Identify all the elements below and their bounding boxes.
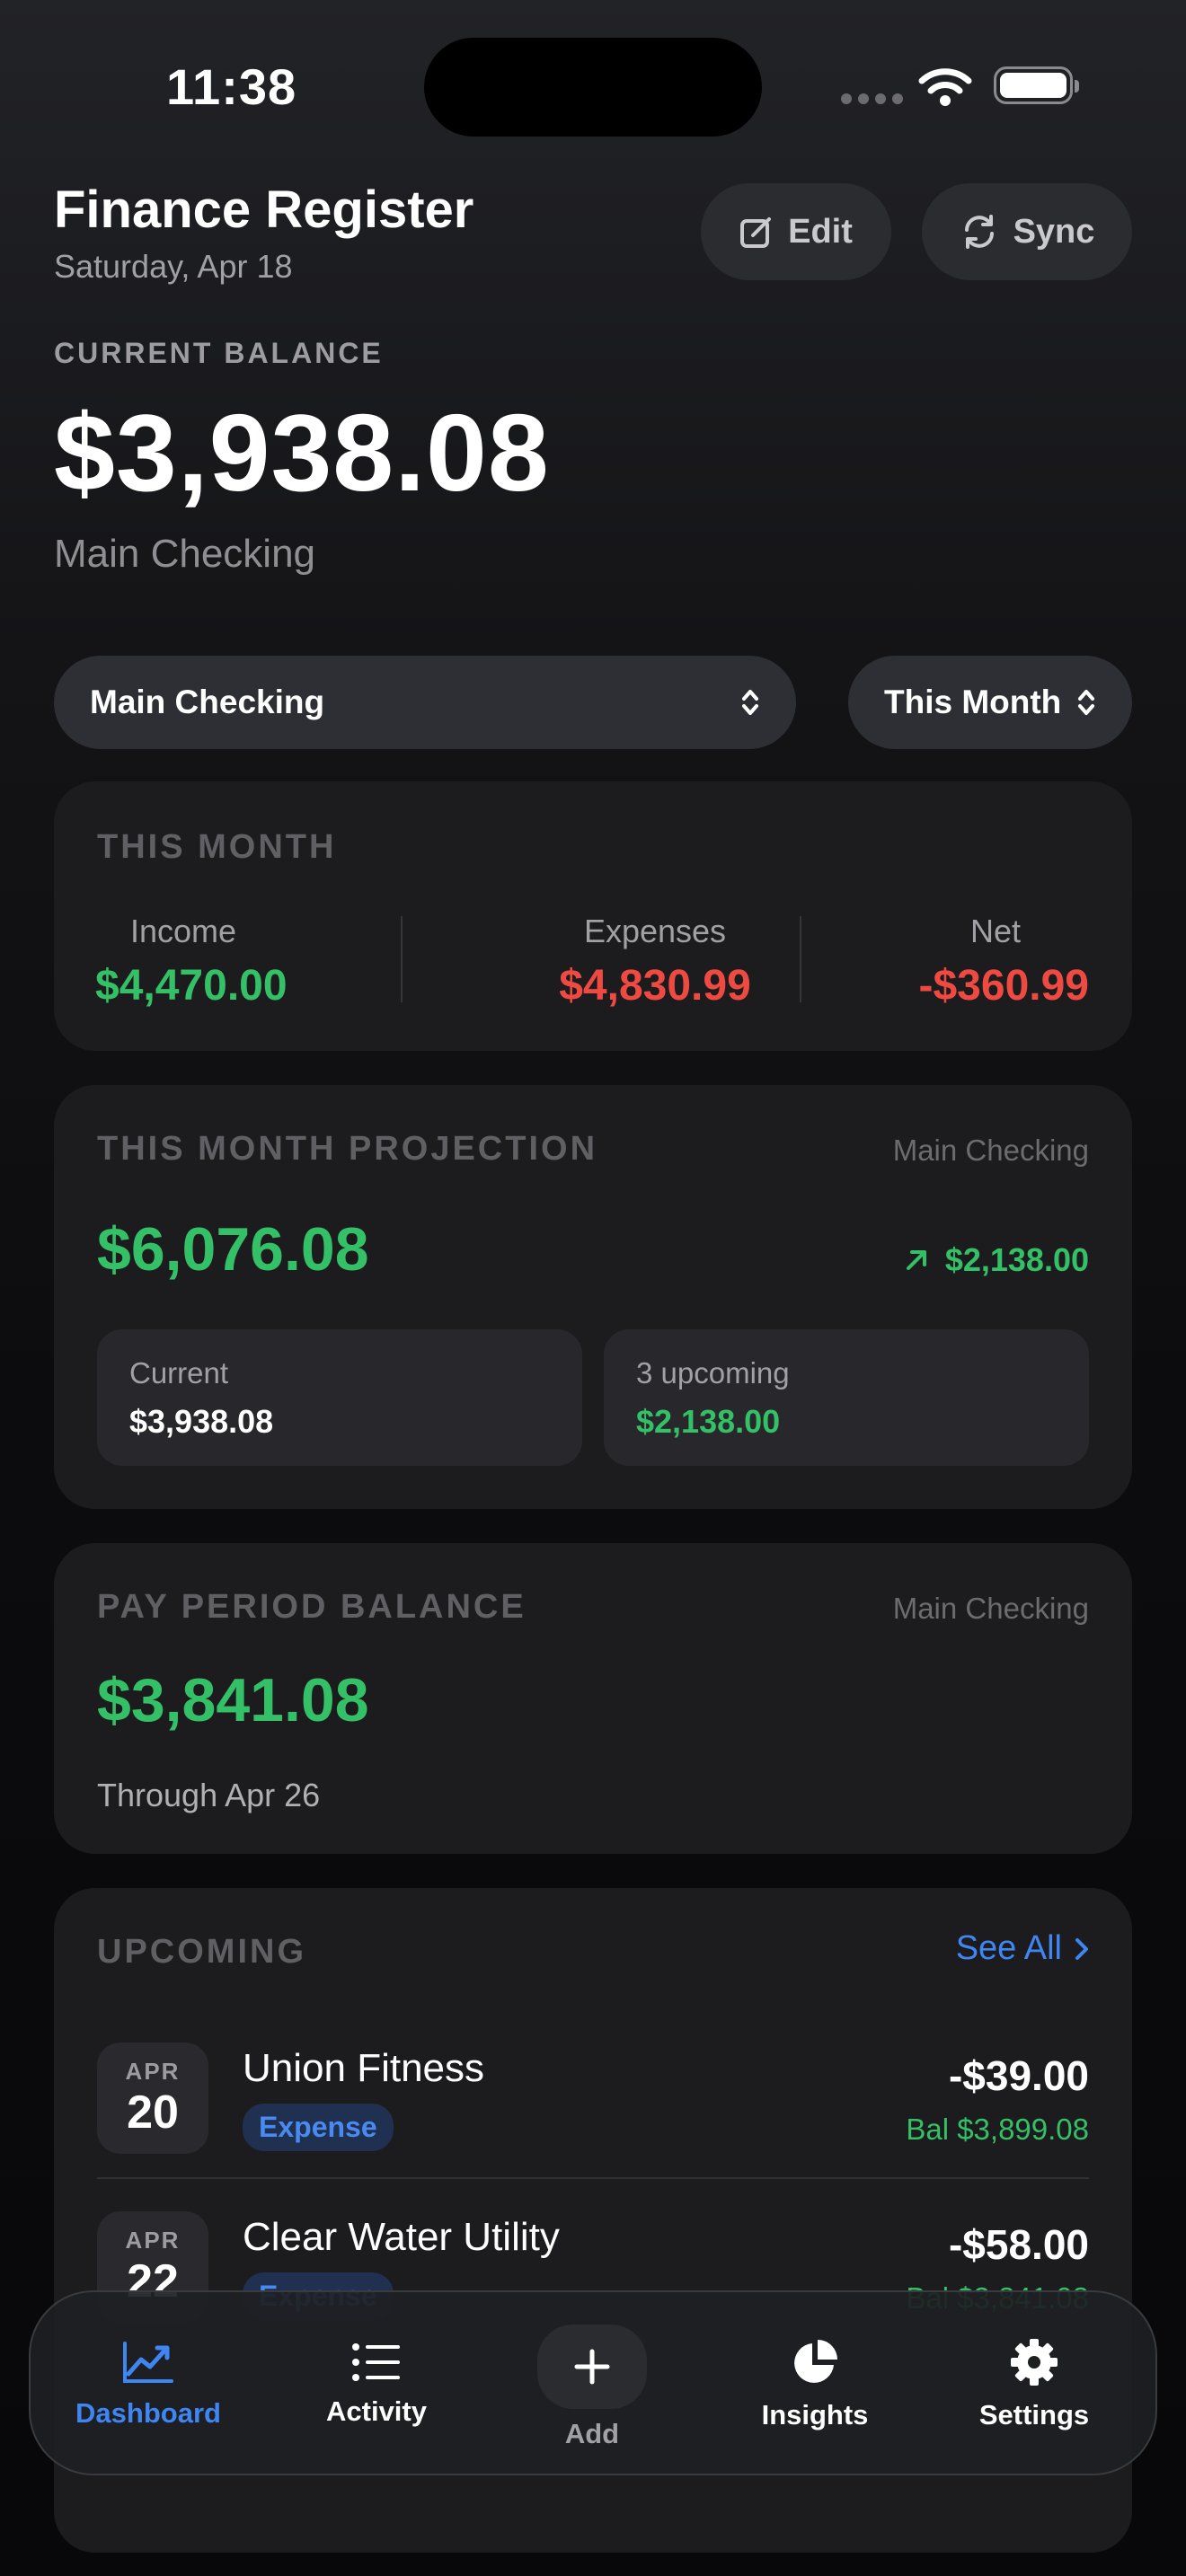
income-label: Income <box>129 913 237 949</box>
account-select[interactable]: Main Checking <box>54 656 796 749</box>
tab-settings[interactable]: Settings <box>949 2292 1120 2477</box>
plus-icon <box>574 2349 610 2385</box>
chevron-right-icon <box>1075 1937 1088 1960</box>
chevron-up-down-icon <box>742 690 758 715</box>
card-title: THIS MONTH <box>97 828 337 866</box>
type-badge: Expense <box>243 2104 394 2151</box>
card-title: PAY PERIOD BALANCE <box>97 1588 527 1626</box>
divider <box>800 916 801 1002</box>
page-title: Finance Register <box>54 181 474 239</box>
item-balance: Bal $3,899.08 <box>906 2113 1089 2146</box>
tab-insights[interactable]: Insights <box>730 2292 900 2477</box>
pay-period-through: Through Apr 26 <box>97 1777 321 1813</box>
projection-account: Main Checking <box>892 1134 1089 1167</box>
expenses-value: $4,830.99 <box>559 962 751 1010</box>
date-range-select[interactable]: This Month <box>848 656 1132 749</box>
divider <box>401 916 403 1002</box>
pie-chart-icon <box>794 2340 837 2383</box>
current-balance-account: Main Checking <box>54 532 316 576</box>
net-value: -$360.99 <box>918 962 1090 1010</box>
sync-button[interactable]: Sync <box>922 183 1132 280</box>
list-item[interactable]: APR 20 Union Fitness Expense -$39.00 Bal… <box>97 2039 1089 2175</box>
pay-period-amount: $3,841.08 <box>97 1666 369 1734</box>
tab-add-label: Add <box>564 2418 620 2449</box>
account-select-value: Main Checking <box>90 684 325 720</box>
tab-settings-label: Settings <box>978 2399 1090 2430</box>
tab-bar: Dashboard Activity Add Insights Settings <box>29 2290 1157 2475</box>
edit-label: Edit <box>788 212 853 251</box>
date-month: APR <box>125 2226 181 2254</box>
projection-change: $2,138.00 <box>904 1241 1089 1279</box>
upcoming-count-label: 3 upcoming <box>636 1356 790 1389</box>
projection-change-value: $2,138.00 <box>944 1241 1089 1278</box>
edit-icon <box>740 217 772 248</box>
tab-dashboard-label: Dashboard <box>75 2397 221 2429</box>
see-all-link[interactable]: See All <box>956 1929 1089 1968</box>
upcoming-subcard: 3 upcoming $2,138.00 <box>604 1329 1089 1466</box>
net-label: Net <box>969 913 1021 949</box>
current-balance-amount: $3,938.08 <box>54 392 550 514</box>
tab-insights-label: Insights <box>761 2399 869 2430</box>
current-balance-label: CURRENT BALANCE <box>54 337 384 369</box>
upcoming-value: $2,138.00 <box>636 1403 781 1440</box>
tab-dashboard[interactable]: Dashboard <box>63 2292 234 2477</box>
dynamic-island <box>424 38 762 137</box>
income-value: $4,470.00 <box>95 962 288 1010</box>
net-stat: Net -$360.99 <box>854 913 1090 1010</box>
list-icon <box>352 2343 400 2381</box>
chart-line-icon <box>123 2342 173 2383</box>
tab-activity[interactable]: Activity <box>291 2292 462 2477</box>
gear-icon <box>1011 2339 1058 2386</box>
item-name: Clear Water Utility <box>243 2215 560 2259</box>
sync-label: Sync <box>1013 212 1095 251</box>
date-chip: APR 20 <box>97 2042 208 2154</box>
sync-icon <box>964 215 994 249</box>
income-stat: Income $4,470.00 <box>95 913 288 1010</box>
card-title: UPCOMING <box>97 1933 306 1971</box>
date-day: 20 <box>127 2086 179 2139</box>
page-date: Saturday, Apr 18 <box>54 248 293 285</box>
battery-icon <box>994 66 1079 104</box>
projection-amount: $6,076.08 <box>97 1215 369 1284</box>
this-month-card: THIS MONTH Income $4,470.00 Expenses $4,… <box>54 781 1132 1051</box>
wifi-icon <box>918 68 972 106</box>
cellular-signal-icon <box>841 93 903 104</box>
expenses-stat: Expenses $4,830.99 <box>494 913 816 1010</box>
pay-period-card: PAY PERIOD BALANCE Main Checking $3,841.… <box>54 1543 1132 1854</box>
current-subcard: Current $3,938.08 <box>97 1329 582 1466</box>
pay-period-account: Main Checking <box>892 1592 1089 1625</box>
expenses-label: Expenses <box>583 913 727 949</box>
arrow-up-right-icon <box>906 1250 926 1270</box>
current-value: $3,938.08 <box>129 1403 274 1440</box>
divider <box>97 2177 1089 2179</box>
edit-button[interactable]: Edit <box>701 183 891 280</box>
status-time: 11:38 <box>166 58 297 115</box>
date-range-value: This Month <box>884 684 1062 720</box>
add-button[interactable] <box>537 2325 647 2409</box>
item-amount: -$39.00 <box>948 2052 1089 2099</box>
item-name: Union Fitness <box>243 2046 485 2090</box>
tab-activity-label: Activity <box>326 2395 427 2427</box>
see-all-label: See All <box>955 1929 1062 1967</box>
tab-add[interactable]: Add <box>507 2292 677 2477</box>
date-month: APR <box>125 2057 181 2085</box>
card-title: THIS MONTH PROJECTION <box>97 1130 598 1168</box>
chevron-up-down-icon <box>1078 690 1094 715</box>
current-label: Current <box>129 1356 229 1389</box>
projection-card: THIS MONTH PROJECTION Main Checking $6,0… <box>54 1085 1132 1509</box>
item-amount: -$58.00 <box>948 2221 1089 2268</box>
